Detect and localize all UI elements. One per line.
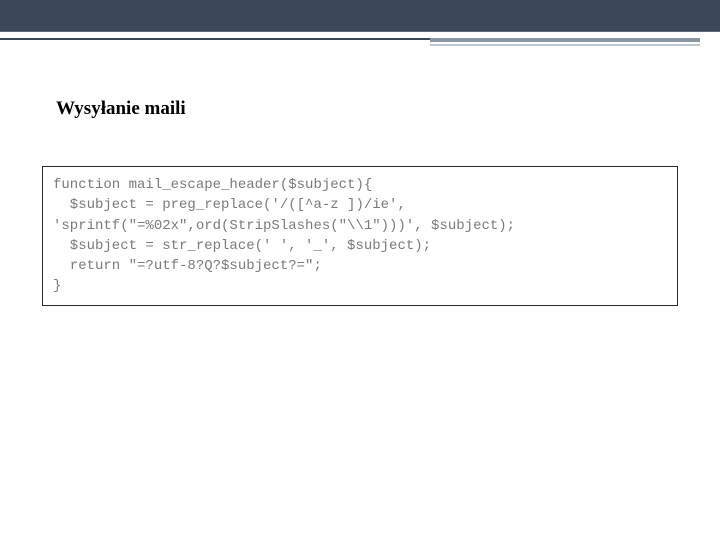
slide-header-bar (0, 0, 720, 32)
code-line: } (53, 276, 667, 296)
slide-underline-right-top (430, 38, 700, 42)
slide-underline (0, 38, 720, 50)
code-line: 'sprintf("=%02x",ord(StripSlashes("\\1")… (53, 216, 667, 236)
code-block: function mail_escape_header($subject){ $… (42, 166, 678, 306)
code-line: function mail_escape_header($subject){ (53, 175, 667, 195)
code-line: $subject = preg_replace('/([^a-z ])/ie', (53, 195, 667, 215)
code-line: return "=?utf-8?Q?$subject?="; (53, 256, 667, 276)
slide-underline-right-bottom (430, 44, 700, 46)
code-line: $subject = str_replace(' ', '_', $subjec… (53, 236, 667, 256)
slide-underline-left (0, 38, 430, 40)
slide-heading: Wysyłanie maili (56, 98, 186, 120)
slide-header-accent (0, 31, 720, 32)
